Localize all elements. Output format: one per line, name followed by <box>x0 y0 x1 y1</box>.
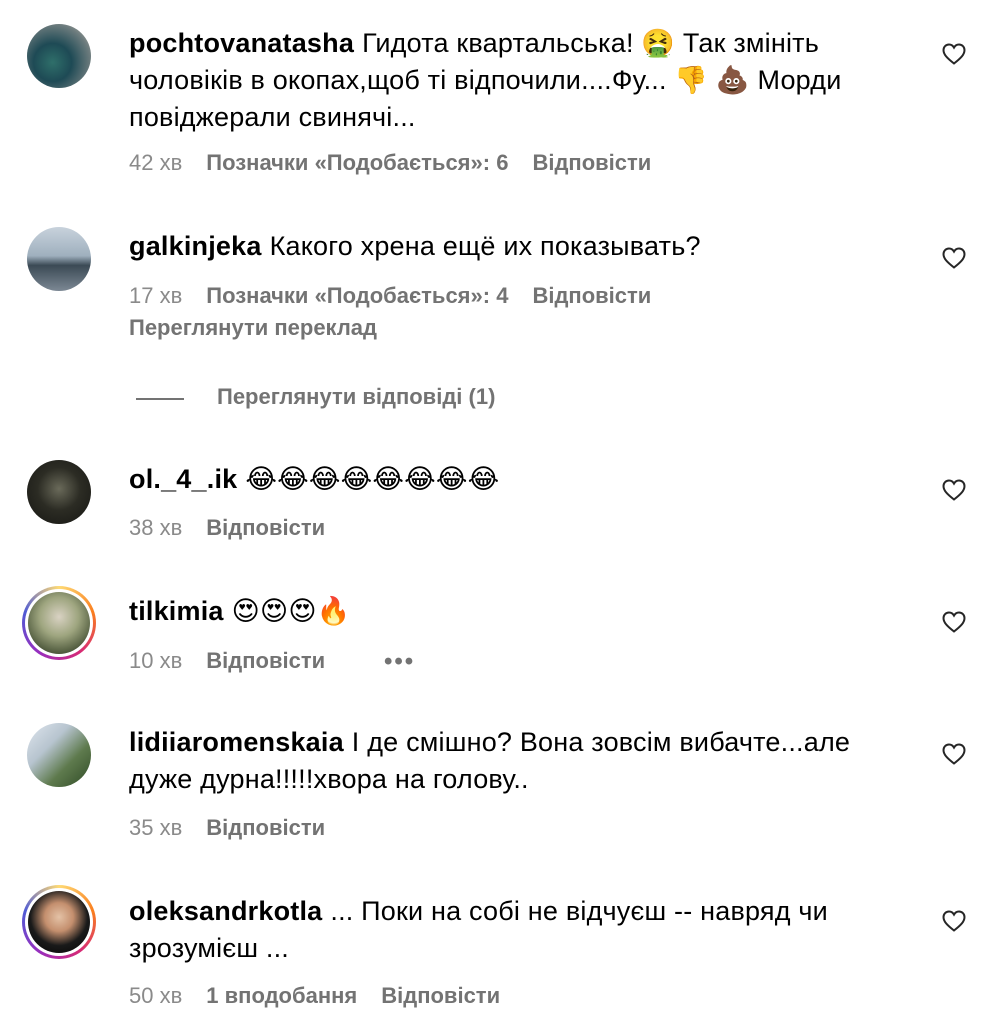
reply-button[interactable]: Відповісти <box>532 150 651 175</box>
comment-text: oleksandrkotla... Поки на собі не відчує… <box>129 893 909 967</box>
view-replies-label: Переглянути відповіді (1) <box>217 384 496 409</box>
avatar[interactable] <box>27 227 91 291</box>
comment-time[interactable]: 38 хв <box>129 515 182 540</box>
comment-time[interactable]: 42 хв <box>129 150 182 175</box>
comment-username[interactable]: oleksandrkotla <box>129 896 322 926</box>
reply-button[interactable]: Відповісти <box>532 283 651 308</box>
comment-body: 😍😍😍🔥 <box>231 596 351 627</box>
heart-outline-icon[interactable] <box>942 910 966 932</box>
comment-likes-count[interactable]: 1 вподобання <box>206 983 357 1008</box>
comment-body: 😂😂😂😂😂😂😂😂 <box>245 464 500 495</box>
comment-text: lidiiaromenskaia І де смішно? Вона зовсім… <box>129 724 909 798</box>
comment-meta: 50 хв 1 вподобання Відповісти <box>129 983 524 1009</box>
heart-outline-icon[interactable] <box>942 247 966 269</box>
reply-button[interactable]: Відповісти <box>206 815 325 840</box>
comment-username[interactable]: ol._4_.ik <box>129 464 237 494</box>
reply-button[interactable]: Відповісти <box>381 983 500 1008</box>
comment-username[interactable]: pochtovanatasha <box>129 28 354 58</box>
avatar-with-story-ring[interactable] <box>22 885 96 959</box>
reply-button[interactable]: Відповісти <box>206 648 325 673</box>
comment-username[interactable]: lidiiaromenskaia <box>129 727 344 757</box>
comment-time[interactable]: 17 хв <box>129 283 182 308</box>
avatar[interactable] <box>27 460 91 524</box>
comment-meta: 38 хв Відповісти <box>129 515 349 541</box>
comment-likes-count[interactable]: Позначки «Подобається»: 6 <box>206 150 508 175</box>
avatar[interactable] <box>27 723 91 787</box>
comment-username[interactable]: galkinjeka <box>129 231 262 261</box>
comment-time[interactable]: 10 хв <box>129 648 182 673</box>
see-translation-link[interactable]: Переглянути переклад <box>129 315 377 341</box>
comment-text: pochtovanatasha Гидота квартальська! 🤮 Та… <box>129 25 909 136</box>
comment-text: galkinjeka Какого хрена ещё их показывать… <box>129 228 909 265</box>
heart-outline-icon[interactable] <box>942 743 966 765</box>
reply-button[interactable]: Відповісти <box>206 515 325 540</box>
comment-text: ol._4_.ik 😂😂😂😂😂😂😂😂 <box>129 461 909 498</box>
heart-outline-icon[interactable] <box>942 43 966 65</box>
divider-line <box>136 398 184 400</box>
avatar[interactable] <box>27 24 91 88</box>
comment-meta: 42 хв Позначки «Подобається»: 6 Відповісти <box>129 150 675 176</box>
view-replies-button[interactable]: Переглянути відповіді (1) <box>136 384 636 414</box>
comment-body: Какого хрена ещё их показывать? <box>269 231 701 261</box>
heart-outline-icon[interactable] <box>942 611 966 633</box>
comment-meta: 35 хв Відповісти <box>129 815 349 841</box>
comment-text: tilkimia 😍😍😍🔥 <box>129 593 909 630</box>
more-options-icon[interactable]: ••• <box>384 648 415 676</box>
comment-meta: 17 хв Позначки «Подобається»: 4 Відповісти <box>129 283 675 309</box>
comment-time[interactable]: 50 хв <box>129 983 182 1008</box>
heart-outline-icon[interactable] <box>942 479 966 501</box>
avatar-with-story-ring[interactable] <box>22 586 96 660</box>
comment-time[interactable]: 35 хв <box>129 815 182 840</box>
comment-likes-count[interactable]: Позначки «Подобається»: 4 <box>206 283 508 308</box>
comment-meta: 10 хв Відповісти <box>129 648 349 674</box>
comment-username[interactable]: tilkimia <box>129 596 224 626</box>
